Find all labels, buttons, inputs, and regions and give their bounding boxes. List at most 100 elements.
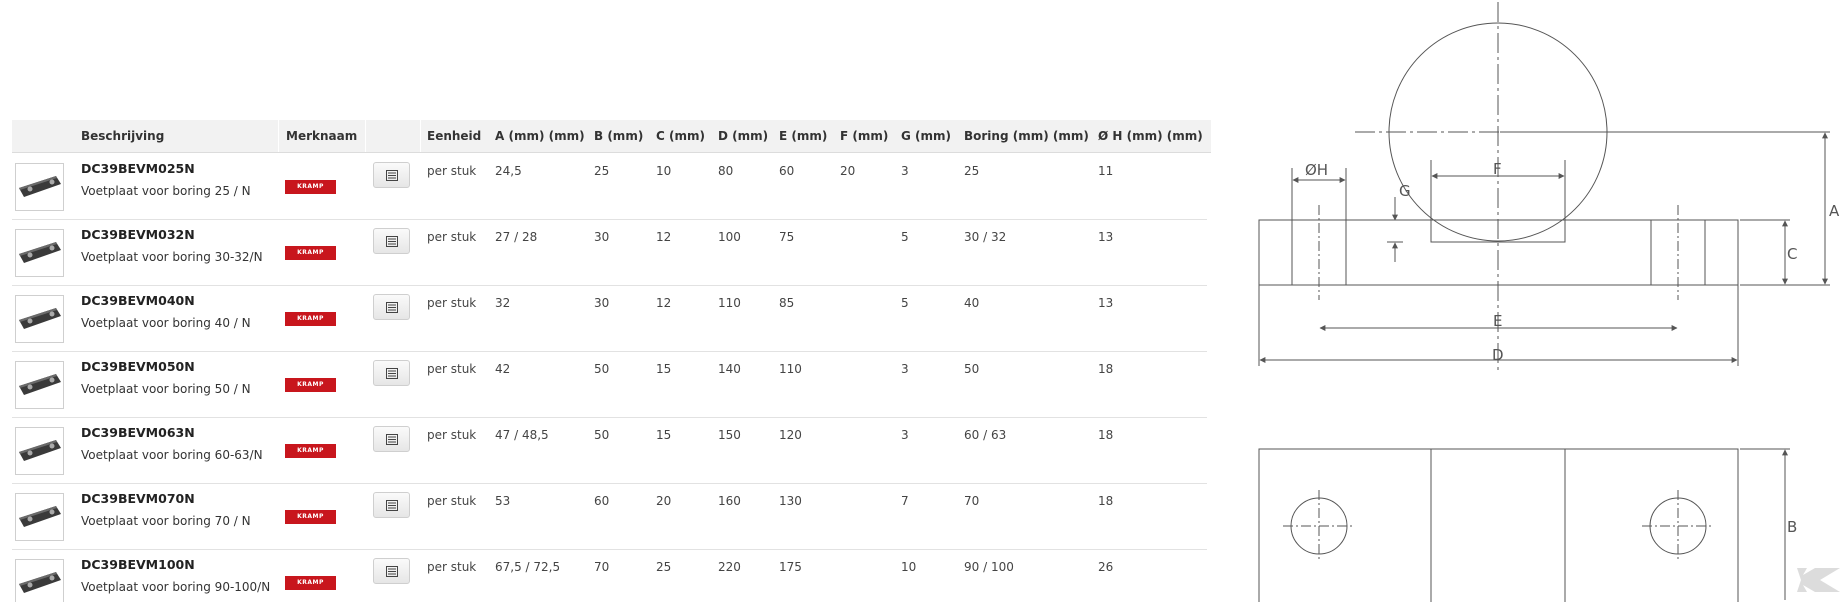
product-table: Beschrijving Merknaam Eenheid A (mm) (mm… xyxy=(12,120,1212,602)
cell-g: 3 xyxy=(901,428,909,442)
spec-sheet-icon xyxy=(386,566,398,577)
cell-h: 13 xyxy=(1098,230,1114,244)
cell-d: 140 xyxy=(718,362,741,376)
cell-g: 10 xyxy=(901,560,917,574)
cell-eenheid: per stuk xyxy=(427,362,477,376)
cell-e: 130 xyxy=(779,494,802,508)
spec-sheet-button[interactable] xyxy=(373,492,410,518)
dim-label-g: G xyxy=(1399,182,1411,200)
cell-a: 32 xyxy=(495,296,511,310)
cell-a: 27 / 28 xyxy=(495,230,538,244)
cell-c: 25 xyxy=(656,560,672,574)
cell-b: 70 xyxy=(594,560,610,574)
dim-label-h: ØH xyxy=(1305,161,1328,179)
header-e: E (mm) xyxy=(779,129,828,143)
product-thumbnail[interactable] xyxy=(15,559,64,602)
header-d: D (mm) xyxy=(718,129,769,143)
header-a: A (mm) (mm) xyxy=(495,129,585,143)
brand-logo: KRAMP xyxy=(285,444,336,458)
cell-eenheid: per stuk xyxy=(427,230,477,244)
product-code[interactable]: DC39BEVM050N xyxy=(81,359,195,374)
table-row: DC39BEVM050N Voetplaat voor boring 50 / N… xyxy=(12,351,1207,418)
cell-h: 13 xyxy=(1098,296,1114,310)
dim-label-b: B xyxy=(1787,518,1797,536)
cell-b: 25 xyxy=(594,164,610,178)
spec-sheet-button[interactable] xyxy=(373,162,410,188)
kramp-watermark-logo xyxy=(1797,568,1840,592)
spec-sheet-icon xyxy=(386,170,398,181)
spec-sheet-button[interactable] xyxy=(373,228,410,254)
cell-e: 60 xyxy=(779,164,795,178)
dim-label-f: F xyxy=(1493,160,1502,178)
cell-a: 47 / 48,5 xyxy=(495,428,549,442)
product-thumbnail[interactable] xyxy=(15,493,64,541)
table-header: Beschrijving Merknaam Eenheid A (mm) (mm… xyxy=(12,120,1211,153)
product-description: Voetplaat voor boring 25 / N xyxy=(81,184,251,198)
spec-sheet-button[interactable] xyxy=(373,294,410,320)
spec-sheet-button[interactable] xyxy=(373,360,410,386)
cell-h: 11 xyxy=(1098,164,1114,178)
cell-e: 175 xyxy=(779,560,802,574)
cell-b: 30 xyxy=(594,296,610,310)
product-description: Voetplaat voor boring 90-100/N xyxy=(81,580,271,594)
cell-h: 18 xyxy=(1098,362,1114,376)
dim-label-e: E xyxy=(1493,312,1502,330)
product-description: Voetplaat voor boring 50 / N xyxy=(81,382,251,396)
product-thumbnail[interactable] xyxy=(15,361,64,409)
brand-logo: KRAMP xyxy=(285,378,336,392)
cell-eenheid: per stuk xyxy=(427,428,477,442)
cell-boring: 60 / 63 xyxy=(964,428,1007,442)
product-thumbnail[interactable] xyxy=(15,295,64,343)
technical-drawing: A C E D F G ØH B xyxy=(1258,2,1840,602)
header-b: B (mm) xyxy=(594,129,644,143)
cell-g: 3 xyxy=(901,164,909,178)
brand-logo: KRAMP xyxy=(285,576,336,590)
product-code[interactable]: DC39BEVM070N xyxy=(81,491,195,506)
cell-h: 18 xyxy=(1098,494,1114,508)
cell-c: 15 xyxy=(656,428,672,442)
table-row: DC39BEVM070N Voetplaat voor boring 70 / N… xyxy=(12,483,1207,550)
cell-c: 12 xyxy=(656,296,672,310)
product-thumbnail[interactable] xyxy=(15,229,64,277)
cell-boring: 90 / 100 xyxy=(964,560,1014,574)
table-row: DC39BEVM032N Voetplaat voor boring 30-32/… xyxy=(12,219,1207,286)
product-code[interactable]: DC39BEVM063N xyxy=(81,425,195,440)
cell-eenheid: per stuk xyxy=(427,560,477,574)
dim-label-c: C xyxy=(1787,245,1797,263)
spec-sheet-icon xyxy=(386,434,398,445)
product-thumbnail[interactable] xyxy=(15,163,64,211)
spec-sheet-icon xyxy=(386,500,398,511)
spec-sheet-button[interactable] xyxy=(373,558,410,584)
cell-e: 120 xyxy=(779,428,802,442)
cell-eenheid: per stuk xyxy=(427,494,477,508)
cell-c: 12 xyxy=(656,230,672,244)
product-code[interactable]: DC39BEVM025N xyxy=(81,161,195,176)
header-c: C (mm) xyxy=(656,129,705,143)
product-code[interactable]: DC39BEVM032N xyxy=(81,227,195,242)
cell-a: 53 xyxy=(495,494,511,508)
cell-b: 60 xyxy=(594,494,610,508)
dim-label-a: A xyxy=(1829,202,1840,220)
table-row: DC39BEVM025N Voetplaat voor boring 25 / N… xyxy=(12,153,1207,220)
header-beschrijving: Beschrijving xyxy=(81,129,165,143)
cell-d: 80 xyxy=(718,164,734,178)
cell-boring: 25 xyxy=(964,164,980,178)
cell-g: 5 xyxy=(901,296,909,310)
cell-d: 100 xyxy=(718,230,741,244)
table-row: DC39BEVM063N Voetplaat voor boring 60-63/… xyxy=(12,417,1207,484)
cell-b: 30 xyxy=(594,230,610,244)
cell-d: 110 xyxy=(718,296,741,310)
spec-sheet-button[interactable] xyxy=(373,426,410,452)
brand-logo: KRAMP xyxy=(285,246,336,260)
cell-c: 10 xyxy=(656,164,672,178)
cell-eenheid: per stuk xyxy=(427,296,477,310)
cell-d: 150 xyxy=(718,428,741,442)
cell-b: 50 xyxy=(594,428,610,442)
product-code[interactable]: DC39BEVM100N xyxy=(81,557,195,572)
header-boring: Boring (mm) (mm) xyxy=(964,129,1089,143)
product-thumbnail[interactable] xyxy=(15,427,64,475)
cell-c: 15 xyxy=(656,362,672,376)
spec-sheet-icon xyxy=(386,236,398,247)
product-code[interactable]: DC39BEVM040N xyxy=(81,293,195,308)
cell-f: 20 xyxy=(840,164,856,178)
